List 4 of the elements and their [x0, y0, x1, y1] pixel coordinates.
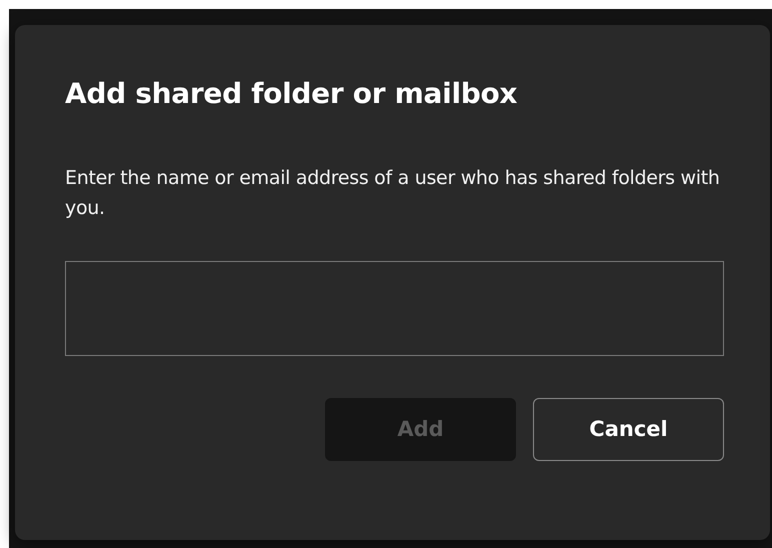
input-field[interactable]	[65, 261, 724, 356]
dialog-title: Add shared folder or mailbox	[65, 77, 518, 111]
dialog-description: Enter the name or email address of a user who has shared folders with you.	[65, 166, 721, 221]
cancel-button[interactable]: Cancel	[533, 398, 724, 462]
